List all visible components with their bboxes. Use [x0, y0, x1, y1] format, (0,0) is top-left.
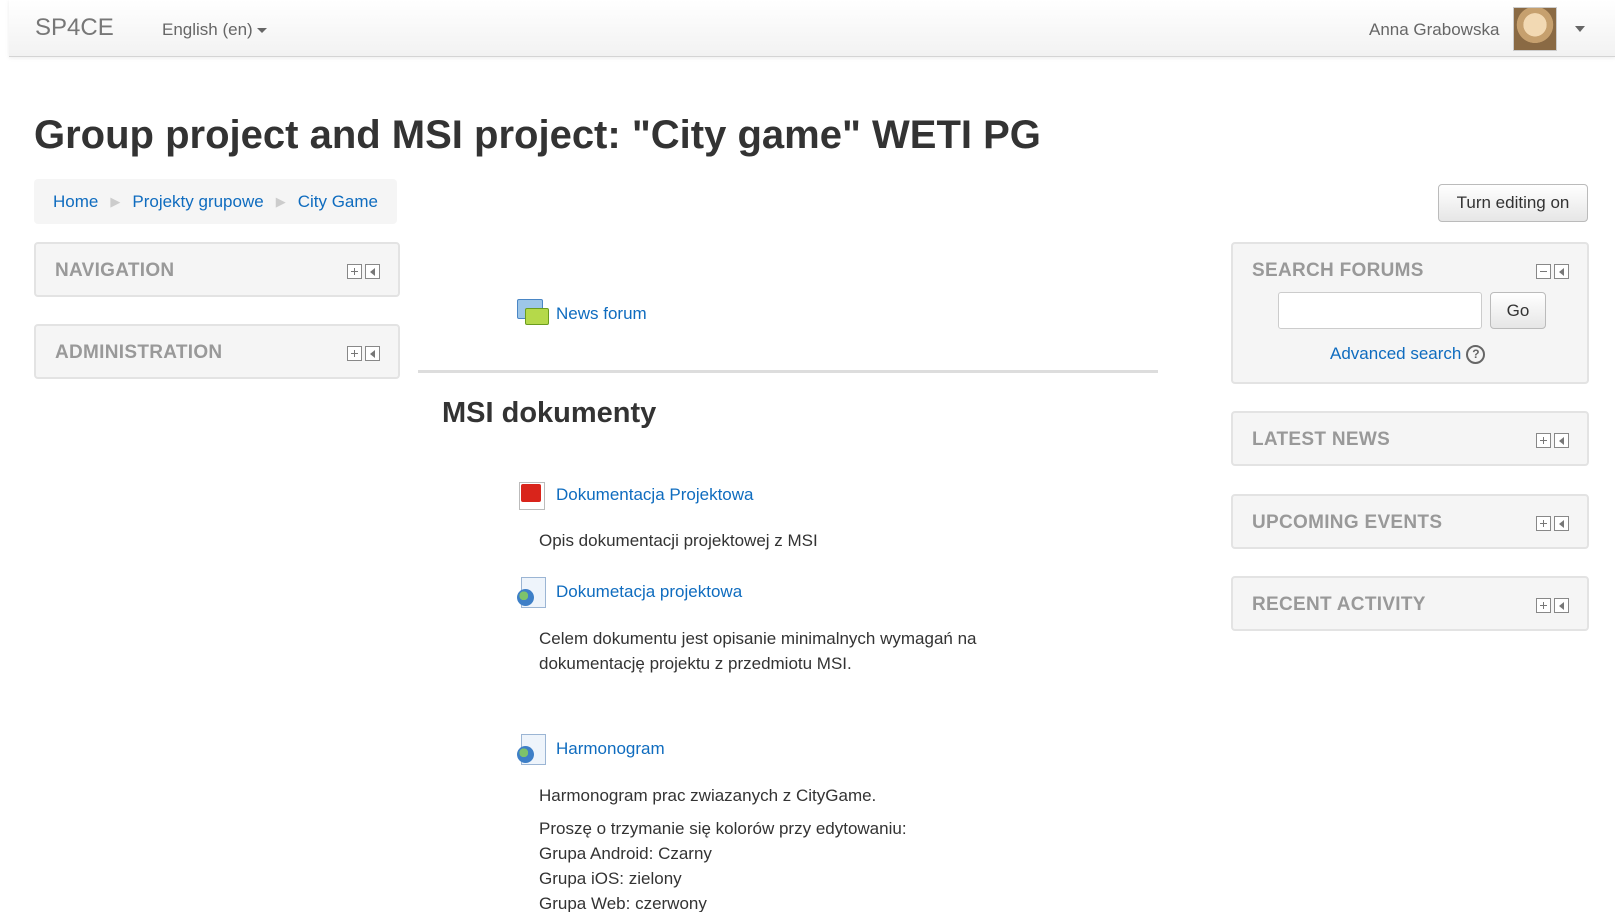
expand-icon[interactable]	[1536, 516, 1551, 531]
upcoming-events-block: UPCOMING EVENTS	[1231, 494, 1589, 549]
top-navbar: SP4CE English (en) Anna Grabowska	[9, 0, 1615, 57]
block-controls	[1536, 264, 1569, 279]
summary-line: dokumentację projektu z przedmiotu MSI.	[539, 654, 852, 673]
url-icon	[517, 734, 547, 765]
block-title[interactable]: ADMINISTRATION	[55, 342, 222, 364]
page-title: Group project and MSI project: "City gam…	[34, 113, 1041, 157]
administration-block: ADMINISTRATION	[34, 324, 400, 379]
activity-link[interactable]: Dokumetacja projektowa	[556, 582, 742, 602]
block-controls	[347, 346, 380, 361]
turn-editing-on-button[interactable]: Turn editing on	[1438, 184, 1588, 222]
pdf-icon	[517, 480, 547, 510]
advanced-search-link[interactable]: Advanced search	[1330, 344, 1461, 364]
section-title: MSI dokumenty	[442, 397, 657, 429]
dock-icon[interactable]	[1554, 433, 1569, 448]
section-divider	[418, 370, 1158, 373]
collapse-icon[interactable]	[1536, 264, 1551, 279]
breadcrumb-separator-icon: ▶	[110, 193, 121, 209]
block-title[interactable]: NAVIGATION	[55, 260, 174, 282]
activity-link[interactable]: Harmonogram	[556, 739, 665, 759]
dock-icon[interactable]	[1554, 264, 1569, 279]
activity-harmonogram: Harmonogram	[517, 734, 665, 765]
summary-line: Opis dokumentacji projektowej z MSI	[539, 531, 818, 550]
activity-summary: Celem dokumentu jest opisanie minimalnyc…	[539, 626, 977, 676]
user-menu-caret-icon[interactable]	[1575, 26, 1585, 32]
note-line: Grupa Android: Czarny	[539, 844, 712, 863]
block-title[interactable]: RECENT ACTIVITY	[1252, 594, 1426, 616]
latest-news-block: LATEST NEWS	[1231, 411, 1589, 466]
summary-line: Harmonogram prac zwiazanych z CityGame.	[539, 786, 877, 805]
block-controls	[347, 264, 380, 279]
expand-icon[interactable]	[347, 264, 362, 279]
block-title[interactable]: SEARCH FORUMS	[1252, 260, 1424, 282]
breadcrumb-city-game[interactable]: City Game	[298, 192, 378, 212]
url-icon	[517, 577, 547, 608]
block-controls	[1536, 598, 1569, 613]
dock-icon[interactable]	[1554, 516, 1569, 531]
avatar[interactable]	[1513, 7, 1557, 51]
note-line: Proszę o trzymanie się kolorów przy edyt…	[539, 819, 907, 838]
breadcrumb: Home ▶ Projekty grupowe ▶ City Game	[34, 179, 397, 224]
recent-activity-block: RECENT ACTIVITY	[1231, 576, 1589, 631]
activity-link[interactable]: Dokumentacja Projektowa	[556, 485, 753, 505]
search-forums-input[interactable]	[1278, 292, 1482, 329]
dock-icon[interactable]	[365, 346, 380, 361]
dock-icon[interactable]	[365, 264, 380, 279]
news-forum-link[interactable]: News forum	[556, 304, 647, 324]
advanced-search: Advanced search ?	[1330, 344, 1486, 364]
forum-icon	[517, 299, 549, 329]
search-forums-block: SEARCH FORUMS Go Advanced search ?	[1231, 242, 1589, 384]
block-controls	[1536, 516, 1569, 531]
activity-dokumetacja-projektowa: Dokumetacja projektowa	[517, 577, 742, 608]
block-controls	[1536, 433, 1569, 448]
navigation-block: NAVIGATION	[34, 242, 400, 297]
expand-icon[interactable]	[1536, 598, 1551, 613]
note-line: Grupa Web: czerwony	[539, 894, 707, 912]
expand-icon[interactable]	[1536, 433, 1551, 448]
note-line: Grupa iOS: zielony	[539, 869, 682, 888]
summary-line: Celem dokumentu jest opisanie minimalnyc…	[539, 629, 977, 648]
activity-summary: Opis dokumentacji projektowej z MSI	[539, 528, 818, 553]
language-menu[interactable]: English (en)	[162, 20, 267, 40]
news-forum-activity: News forum	[517, 299, 647, 329]
activity-summary: Harmonogram prac zwiazanych z CityGame.	[539, 783, 876, 808]
dock-icon[interactable]	[1554, 598, 1569, 613]
block-title[interactable]: LATEST NEWS	[1252, 429, 1390, 451]
help-icon[interactable]: ?	[1466, 344, 1486, 364]
block-title[interactable]: UPCOMING EVENTS	[1252, 512, 1442, 534]
user-menu-name[interactable]: Anna Grabowska	[1369, 20, 1499, 40]
harmonogram-notes: Proszę o trzymanie się kolorów przy edyt…	[539, 816, 907, 912]
breadcrumb-home[interactable]: Home	[53, 192, 98, 212]
activity-dokumentacja-projektowa: Dokumentacja Projektowa	[517, 480, 753, 510]
site-brand-link[interactable]: SP4CE	[35, 14, 114, 42]
expand-icon[interactable]	[347, 346, 362, 361]
breadcrumb-projekty-grupowe[interactable]: Projekty grupowe	[132, 192, 263, 212]
breadcrumb-separator-icon: ▶	[275, 193, 286, 209]
language-label: English (en)	[162, 20, 253, 39]
chevron-down-icon	[256, 28, 267, 34]
go-button[interactable]: Go	[1490, 292, 1546, 329]
